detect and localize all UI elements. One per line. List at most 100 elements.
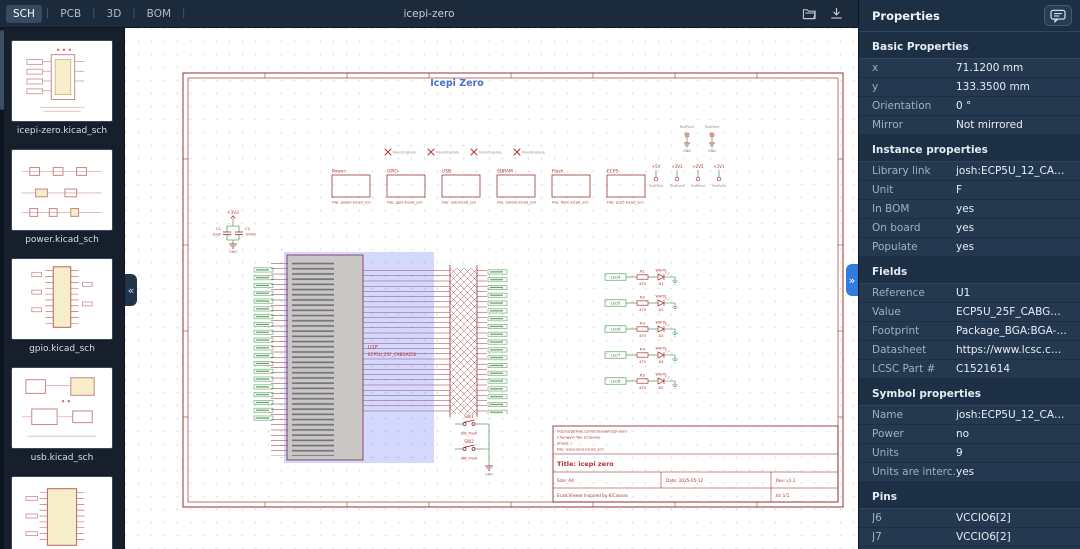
sheet-name: Power — [332, 169, 345, 175]
titleblock-url: https://github.com/cheyao/icepi-zero — [557, 429, 628, 434]
switch-value: SW_Push — [461, 457, 478, 461]
sidebar-sheet-gpio[interactable]: gpio.kicad_sch — [11, 258, 113, 355]
resistor-value: 470 — [639, 386, 647, 390]
led-chain-row[interactable]: LED4 R1 470 WHITE D1 — [605, 269, 678, 287]
mounting-hole-label: MountingHole — [436, 151, 459, 155]
property-row: Populate yes — [859, 238, 1080, 257]
comment-button[interactable] — [1044, 5, 1072, 26]
sheet-symbol-sdram[interactable]: SDRAM File: sdram.kicad_sch — [497, 169, 537, 205]
sheet-thumbnail — [11, 149, 113, 231]
sheet-name: SDRAM — [497, 169, 513, 175]
property-value: F — [956, 183, 1067, 197]
property-row: Power no — [859, 425, 1080, 444]
cap-ref: C2 — [245, 226, 251, 231]
sidebar-sheet-power[interactable]: power.kicad_sch — [11, 149, 113, 246]
gnd-label: GND — [485, 473, 493, 477]
properties-header: Properties — [859, 0, 1080, 32]
resistor-value: 470 — [639, 282, 647, 286]
schematic-svg[interactable]: Icepi Zero MountingHole MountingHole Mou… — [125, 28, 858, 549]
sidebar-scrollbar[interactable] — [0, 28, 4, 549]
sidebar-sheet-usb[interactable]: usb.kicad_sch — [11, 367, 113, 464]
resistor-ref: R5 — [640, 373, 646, 378]
gnd-label: GND — [683, 149, 691, 153]
testpoint-label: TestPoint — [703, 125, 720, 129]
decoupling-caps[interactable]: +3V3 C1 10uF C2 100nF GND — [212, 210, 256, 254]
component-reference: U1F — [368, 345, 378, 351]
property-row: Units 9 — [859, 444, 1080, 463]
property-value: VCCIO6[2] — [956, 530, 1067, 544]
testpoints-top[interactable]: TestPoint GND TestPoint GND — [678, 125, 720, 153]
property-value: yes — [956, 221, 1067, 235]
tab-pcb[interactable]: PCB — [53, 5, 88, 23]
collapse-sidebar-button[interactable]: « — [125, 274, 137, 306]
sidebar-scrollbar-thumb[interactable] — [0, 30, 4, 110]
mounting-hole-label: MountingHole — [522, 151, 545, 155]
tab-bom[interactable]: BOM — [140, 5, 178, 23]
sheet-symbol-usb[interactable]: USB File: usb.kicad_sch — [442, 169, 480, 205]
property-value: yes — [956, 202, 1067, 216]
led-chain-row[interactable]: LED6 R3 470 WHITE D3 — [605, 321, 678, 339]
ecad-viewer-app: SCH | PCB | 3D | BOM | icepi-zero — [0, 0, 1080, 549]
sheet-symbol-flash[interactable]: Flash File: flash.kicad_sch — [552, 169, 590, 205]
sheet-symbol-gpio[interactable]: GPIO File: gpio.kicad_sch — [387, 169, 425, 205]
properties-panel: Properties Basic Properties x 71.1200 mm… — [858, 0, 1080, 549]
titleblock-rev: Rev: v1.1 — [776, 478, 796, 483]
led-chain-row[interactable]: LED5 R2 470 WHITE D2 — [605, 295, 678, 313]
component-value: ECP5U_25F_CABGA256 — [368, 352, 417, 357]
titleblock-tool: Ecad Viewer Inspired by KiCanvas — [557, 493, 628, 498]
tab-3d[interactable]: 3D — [100, 5, 129, 23]
testpoint-label: TestPoint — [678, 125, 695, 129]
property-key: Mirror — [872, 118, 956, 132]
property-row: Reference U1 — [859, 284, 1080, 303]
sheet-symbols[interactable]: Power File: power.kicad_sch GPIO File: g… — [332, 169, 645, 205]
switch-value: SW_Push — [461, 432, 478, 436]
sheet-file: File: usb.kicad_sch — [442, 201, 477, 205]
tab-separator: | — [45, 8, 50, 19]
push-buttons[interactable]: SW1 SW_Push SW2 SW_Push — [455, 414, 493, 477]
led-ref: D1 — [658, 282, 663, 286]
resistor-ref: R2 — [640, 295, 646, 300]
property-key: Power — [872, 427, 956, 441]
property-row: Value ECP5U_25F_CABGA256 — [859, 303, 1080, 322]
tab-sch[interactable]: SCH — [6, 5, 42, 23]
led-chain-row[interactable]: LED7 R4 470 WHITE D4 — [605, 347, 678, 365]
mounting-holes[interactable]: MountingHole MountingHole MountingHole M… — [385, 149, 545, 155]
tab-separator: | — [181, 8, 186, 19]
sidebar-sheet-5[interactable] — [11, 476, 113, 549]
property-key: Library link — [872, 164, 956, 178]
titleblock-title: Title: icepi zero — [557, 460, 614, 468]
property-key: x — [872, 61, 956, 75]
led-chains[interactable]: LED4 R1 470 WHITE D1 LED5 — [605, 269, 678, 391]
download-icon[interactable] — [829, 6, 844, 21]
resistor-value: 470 — [639, 308, 647, 312]
led-value: WHITE — [655, 373, 666, 377]
selection-highlight — [284, 252, 434, 463]
sidebar-sheet-icepi-zero[interactable]: icepi-zero.kicad_sch — [11, 40, 113, 137]
open-folder-icon[interactable] — [802, 6, 817, 21]
property-row: x 71.1200 mm — [859, 59, 1080, 78]
schematic-canvas[interactable]: Icepi Zero MountingHole MountingHole Mou… — [125, 28, 858, 549]
sheet-symbol-ecp5[interactable]: ECP5 File: ecp5.kicad_sch — [607, 169, 645, 205]
switch-ref: SW2 — [464, 439, 474, 444]
cap-ref: C1 — [216, 226, 222, 231]
properties-panel-title: Properties — [872, 9, 940, 23]
property-key: Units — [872, 446, 956, 460]
view-tabs: SCH | PCB | 3D | BOM | — [6, 5, 186, 23]
led-ref: D5 — [658, 386, 663, 390]
testpoints-power-rails[interactable]: +5V TestPoint +3V3 TestPoint +2V5 TestPo… — [648, 164, 727, 188]
sheet-thumbnail — [11, 258, 113, 340]
property-key: Reference — [872, 286, 956, 300]
property-value: no — [956, 427, 1067, 441]
resistor-value: 470 — [639, 360, 647, 364]
property-key: Populate — [872, 240, 956, 254]
property-value: josh:ECP5U_12_CABGA... — [956, 408, 1067, 422]
property-key: J7 — [872, 530, 956, 544]
sheet-symbol-power[interactable]: Power File: power.kicad_sch — [332, 169, 371, 205]
led-chain-row[interactable]: LED8 R5 470 WHITE D5 — [605, 373, 678, 391]
tab-separator: | — [131, 8, 136, 19]
property-value: 0 ° — [956, 99, 1067, 113]
sheet-label: usb.kicad_sch — [11, 453, 113, 464]
led-value: WHITE — [655, 295, 666, 299]
property-row: Unit F — [859, 181, 1080, 200]
collapse-properties-button[interactable]: » — [846, 264, 858, 296]
